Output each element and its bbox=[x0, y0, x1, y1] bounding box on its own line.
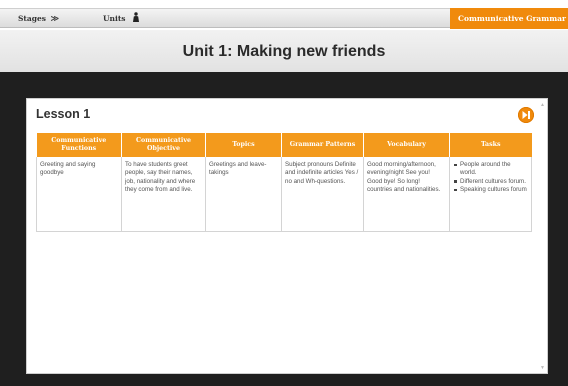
table-row: Greeting and saying goodbye To have stud… bbox=[36, 157, 532, 232]
cell-objective: To have students greet people, say their… bbox=[121, 157, 206, 232]
person-icon bbox=[133, 12, 140, 22]
next-arrow-icon bbox=[522, 111, 530, 119]
nav-stages-label: Stages bbox=[18, 14, 46, 23]
nav-units-label: Units bbox=[103, 14, 126, 23]
lesson-panel: Lesson 1 ▲ ▼ Communicative Functions Com… bbox=[26, 98, 548, 374]
lesson-table: Communicative Functions Communicative Ob… bbox=[36, 133, 532, 232]
cell-functions: Greeting and saying goodbye bbox=[36, 157, 122, 232]
header-functions: Communicative Functions bbox=[36, 133, 122, 157]
task-item[interactable]: Different cultures forum. bbox=[453, 178, 528, 186]
scroll-down-icon[interactable]: ▼ bbox=[540, 366, 545, 371]
header-objective: Communicative Objective bbox=[121, 133, 206, 157]
chevron-double-right-icon: ≫ bbox=[50, 13, 59, 23]
tasks-list: People around the world. Different cultu… bbox=[453, 161, 528, 195]
header-topics: Topics bbox=[205, 133, 282, 157]
header-tasks: Tasks bbox=[449, 133, 532, 157]
panel-scrollbar[interactable]: ▲ ▼ bbox=[540, 103, 545, 371]
task-item[interactable]: Speaking cultures forum bbox=[453, 186, 528, 194]
header-vocabulary: Vocabulary bbox=[363, 133, 450, 157]
next-lesson-button[interactable] bbox=[518, 107, 534, 123]
nav-course-tab[interactable]: Communicative Grammar English bbox=[450, 8, 568, 29]
cell-grammar: Subject pronouns Definite and indefinite… bbox=[281, 157, 364, 232]
header-grammar: Grammar Patterns bbox=[281, 133, 364, 157]
top-nav-bar: Stages ≫ Units Communicative Grammar Eng… bbox=[0, 8, 568, 29]
task-item[interactable]: People around the world. bbox=[453, 161, 528, 178]
table-header-row: Communicative Functions Communicative Ob… bbox=[36, 133, 532, 157]
cell-tasks: People around the world. Different cultu… bbox=[449, 157, 532, 232]
scroll-up-icon[interactable]: ▲ bbox=[540, 103, 545, 108]
cell-vocabulary: Good morning/afternoon, evening/night Se… bbox=[363, 157, 450, 232]
page-title: Unit 1: Making new friends bbox=[182, 43, 386, 60]
title-band: Unit 1: Making new friends bbox=[0, 30, 568, 72]
cell-topics: Greetings and leave-takings bbox=[205, 157, 282, 232]
nav-stages[interactable]: Stages ≫ bbox=[18, 9, 59, 28]
lesson-title: Lesson 1 bbox=[36, 107, 91, 121]
nav-units[interactable]: Units bbox=[103, 9, 140, 28]
content-stage: Lesson 1 ▲ ▼ Communicative Functions Com… bbox=[0, 72, 568, 386]
